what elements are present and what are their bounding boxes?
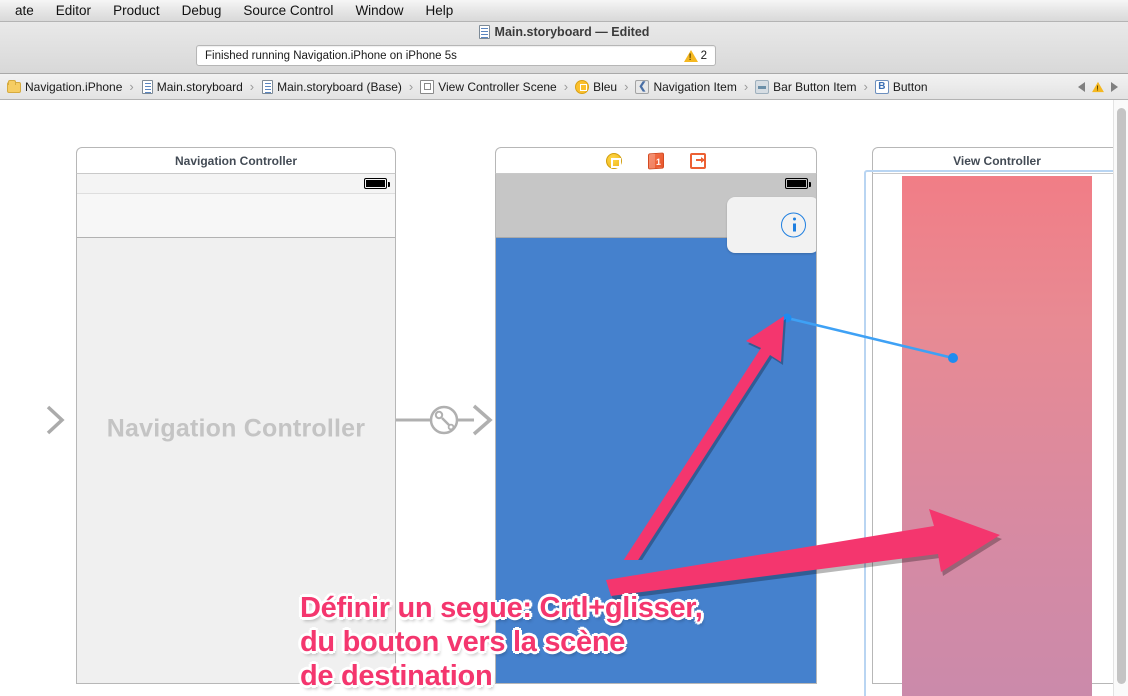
scene-placeholder-label: Navigation Controller	[106, 414, 366, 442]
breadcrumb-separator: ›	[563, 79, 569, 94]
breadcrumb-item-main-storyboard-base[interactable]: Main.storyboard (Base)	[261, 79, 402, 94]
warning-count: 2	[700, 49, 707, 62]
storyboard-document-icon	[478, 25, 490, 39]
menu-item-window[interactable]: Window	[344, 0, 414, 21]
status-message: Finished running Navigation.iPhone on iP…	[205, 49, 457, 62]
title-bar: Main.storyboard — Edited Finished runnin…	[0, 22, 1128, 74]
warning-triangle-icon	[683, 49, 698, 62]
breadcrumb-label: Main.storyboard	[156, 79, 243, 94]
menu-item-navigate[interactable]: ate	[4, 0, 45, 21]
initial-view-controller-arrow	[0, 405, 65, 435]
breadcrumb-label: View Controller Scene	[438, 79, 557, 94]
warning-triangle-icon[interactable]	[1092, 81, 1104, 92]
breadcrumb-label: Button	[892, 79, 928, 94]
breadcrumb-item-main-storyboard[interactable]: Main.storyboard	[141, 79, 243, 94]
breadcrumb-label: Bar Button Item	[773, 79, 857, 94]
battery-icon	[364, 178, 390, 189]
vertical-scrollbar[interactable]	[1113, 100, 1128, 696]
scene-icon	[420, 79, 435, 94]
battery-icon	[785, 178, 811, 189]
relationship-segue[interactable]	[396, 390, 506, 450]
red-view[interactable]	[902, 176, 1092, 696]
status-warning-group[interactable]: 2	[683, 49, 715, 62]
simulated-status-bar	[496, 174, 816, 194]
breadcrumb-label: Bleu	[593, 79, 618, 94]
navigation-bar[interactable]	[496, 194, 816, 253]
breadcrumb-separator: ›	[863, 79, 868, 94]
vertical-scrollbar-thumb[interactable]	[1117, 108, 1126, 684]
breadcrumb-item-bleu[interactable]: Bleu	[575, 79, 618, 94]
first-responder-dock-icon[interactable]	[648, 151, 664, 170]
breadcrumb-separator: ›	[129, 79, 134, 94]
triangle-left-icon[interactable]	[1078, 81, 1085, 92]
triangle-right-icon[interactable]	[1111, 81, 1118, 92]
breadcrumb-item-button[interactable]: B Button	[874, 79, 928, 94]
scene-title-bar[interactable]: View Controller	[872, 147, 1122, 174]
window-title-text: Main.storyboard — Edited	[494, 25, 650, 39]
simulated-status-bar	[77, 174, 395, 194]
breadcrumb-item-project[interactable]: Navigation.iPhone	[7, 80, 122, 94]
navigation-item-icon: ❮	[635, 79, 650, 94]
navigation-bar[interactable]	[77, 194, 395, 238]
exit-dock-icon[interactable]	[690, 152, 706, 169]
button-icon: B	[874, 79, 889, 94]
breadcrumb-separator: ›	[624, 79, 629, 94]
breadcrumb-separator: ›	[408, 79, 414, 94]
view-controller-icon	[575, 79, 590, 94]
info-circle-icon[interactable]	[781, 212, 806, 238]
breadcrumb-item-view-controller-scene[interactable]: View Controller Scene	[420, 79, 557, 94]
storyboard-file-icon	[262, 79, 274, 94]
activity-status-view[interactable]: Finished running Navigation.iPhone on iP…	[196, 45, 716, 66]
menu-item-debug[interactable]: Debug	[171, 0, 233, 21]
breadcrumb-separator: ›	[743, 79, 749, 94]
jump-bar: Navigation.iPhone › Main.storyboard › Ma…	[0, 74, 1128, 100]
breadcrumb-label: Navigation Item	[653, 79, 737, 94]
breadcrumb-label: Navigation.iPhone	[25, 79, 123, 94]
breadcrumb-separator: ›	[249, 79, 255, 94]
breadcrumb-label: Main.storyboard (Base)	[277, 79, 402, 94]
scene-title-bar[interactable]: Navigation Controller	[76, 147, 396, 174]
storyboard-canvas[interactable]: Navigation Controller Navigation Control…	[0, 100, 1128, 696]
menu-item-help[interactable]: Help	[414, 0, 464, 21]
bar-button-item-selected[interactable]	[727, 197, 816, 253]
bar-button-item-icon	[755, 79, 770, 94]
scene-title: View Controller	[953, 153, 1041, 168]
scene-dock[interactable]	[495, 147, 817, 174]
scene-title: Navigation Controller	[174, 153, 297, 168]
menu-item-source-control[interactable]: Source Control	[232, 0, 344, 21]
menu-item-editor[interactable]: Editor	[45, 0, 102, 21]
breadcrumb-item-bar-button-item[interactable]: Bar Button Item	[755, 79, 857, 94]
folder-icon	[7, 80, 21, 93]
storyboard-file-icon	[141, 79, 153, 94]
menu-item-product[interactable]: Product	[102, 0, 171, 21]
ctrl-drag-connection-line	[782, 313, 958, 363]
annotation-text: Définir un segue: Crtl+glisser, du bouto…	[300, 592, 703, 692]
jump-bar-controls	[1078, 81, 1128, 93]
view-controller-dock-icon[interactable]	[606, 152, 622, 169]
xcode-window: ate Editor Product Debug Source Control …	[0, 0, 1128, 696]
window-title: Main.storyboard — Edited	[0, 25, 1128, 39]
menu-bar: ate Editor Product Debug Source Control …	[0, 0, 1128, 22]
breadcrumb-item-navigation-item[interactable]: ❮ Navigation Item	[635, 79, 737, 94]
